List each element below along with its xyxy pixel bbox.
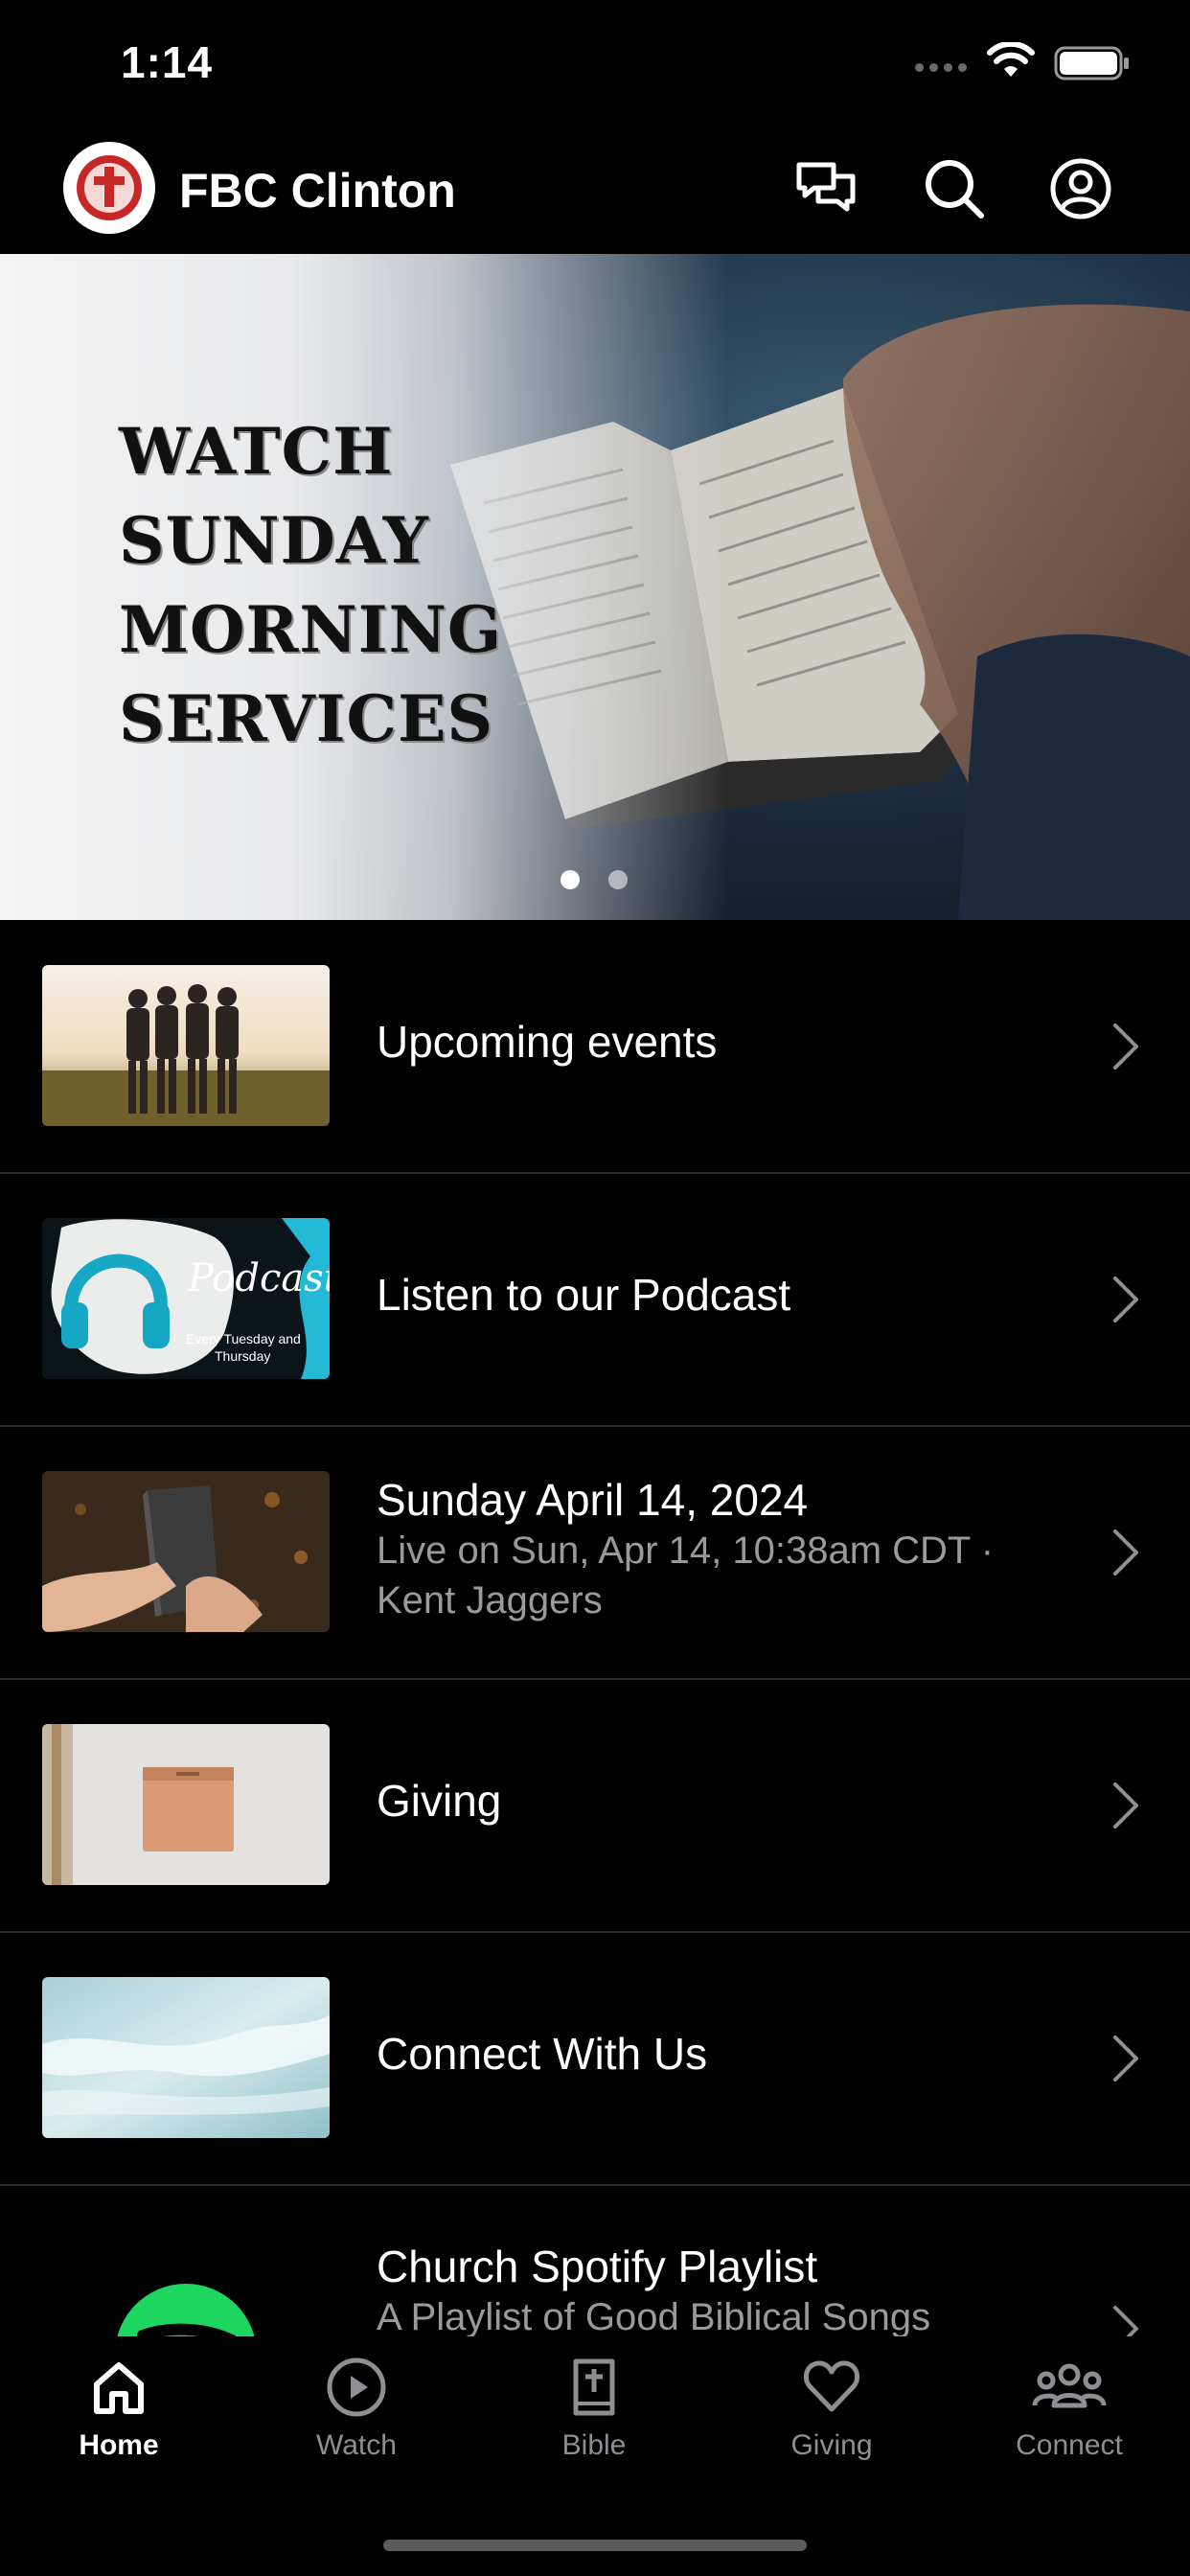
list-item-title: Upcoming events — [377, 1017, 718, 1067]
list-item-subtitle: Live on Sun, Apr 14, 10:38am CDT · — [377, 1530, 995, 1572]
tab-watch[interactable]: Watch — [261, 2356, 452, 2462]
tab-label: Home — [79, 2429, 159, 2461]
tab-connect[interactable]: Connect — [973, 2356, 1165, 2462]
podcast-thumb-line2: Thursday — [215, 1348, 271, 1364]
list-item-giving[interactable]: Giving — [0, 1679, 1190, 1933]
list-item-sunday-service[interactable]: Sunday April 14, 2024 Live on Sun, Apr 1… — [0, 1426, 1190, 1680]
tab-bible[interactable]: Bible — [498, 2356, 690, 2462]
bible-icon — [573, 2358, 615, 2416]
list-item-text: Sunday April 14, 2024 Live on Sun, Apr 1… — [377, 1474, 994, 1625]
list-item-upcoming-events[interactable]: Upcoming events — [0, 920, 1190, 1174]
hero-banner[interactable]: WATCH SUNDAY MORNING SERVICES — [0, 254, 1190, 920]
list-item-title: Church Spotify Playlist — [377, 2242, 818, 2291]
tab-giving[interactable]: Giving — [736, 2356, 927, 2462]
heart-icon — [803, 2360, 860, 2412]
list-item-text: Upcoming events — [377, 1016, 717, 1068]
chevron-right-icon — [1113, 1276, 1138, 1322]
church-name: FBC Clinton — [179, 164, 456, 218]
list-item-title: Connect With Us — [377, 2029, 708, 2079]
chevron-right-icon — [1113, 2036, 1138, 2082]
search-icon[interactable] — [921, 155, 988, 222]
list-item-connect[interactable]: Connect With Us — [0, 1932, 1190, 2186]
wifi-icon — [987, 42, 1035, 77]
list-item-title: Sunday April 14, 2024 — [377, 1475, 809, 1525]
carousel-pager[interactable] — [561, 870, 628, 889]
list-item-subtitle: A Playlist of Good Biblical Songs — [377, 2296, 931, 2338]
tab-label: Giving — [790, 2429, 873, 2461]
list-item-text: Listen to our Podcast — [377, 1269, 790, 1321]
pager-dot-active[interactable] — [561, 870, 580, 889]
chevron-right-icon — [1113, 1024, 1138, 1070]
profile-icon[interactable] — [1047, 155, 1114, 222]
tab-label: Bible — [561, 2429, 627, 2461]
giving-thumbnail — [42, 1724, 330, 1885]
list-item-title: Listen to our Podcast — [377, 1270, 791, 1320]
chevron-right-icon — [1113, 1530, 1138, 1576]
church-logo[interactable] — [63, 142, 155, 234]
home-indicator[interactable] — [383, 2540, 807, 2551]
podcast-thumb-line1: Every Tuesday and — [186, 1331, 301, 1346]
chevron-right-icon — [1113, 1782, 1138, 1828]
podcast-thumbnail: Podcast Every Tuesday and Thursday — [42, 1218, 330, 1379]
list-item-text: Connect With Us — [377, 2028, 707, 2080]
upcoming-events-thumbnail — [42, 965, 330, 1126]
status-bar: 1:14 — [0, 0, 1190, 129]
pager-dot[interactable] — [608, 870, 628, 889]
status-time: 1:14 — [121, 37, 214, 87]
sunday-service-thumbnail — [42, 1471, 330, 1632]
tab-label: Watch — [316, 2429, 397, 2461]
list-item-podcast[interactable]: Podcast Every Tuesday and Thursday Liste… — [0, 1173, 1190, 1427]
podcast-thumb-word: Podcast — [188, 1256, 330, 1300]
tab-home[interactable]: Home — [23, 2356, 215, 2462]
people-icon — [1032, 2363, 1107, 2408]
tab-label: Connect — [1016, 2429, 1123, 2461]
home-icon — [94, 2362, 144, 2414]
list-item-title: Giving — [377, 1776, 502, 1826]
hero-title: WATCH SUNDAY MORNING SERVICES — [119, 414, 503, 756]
app-header: FBC Clinton — [0, 134, 1190, 254]
play-icon — [327, 2358, 386, 2417]
list-item-text: Church Spotify Playlist A Playlist of Go… — [377, 2241, 930, 2342]
battery-icon — [1054, 46, 1129, 80]
list-item-speaker: Kent Jaggers — [377, 1579, 603, 1622]
connect-thumbnail — [42, 1977, 330, 2138]
signal-icon — [915, 63, 967, 72]
chat-icon[interactable] — [793, 155, 860, 222]
list-item-text: Giving — [377, 1775, 501, 1827]
